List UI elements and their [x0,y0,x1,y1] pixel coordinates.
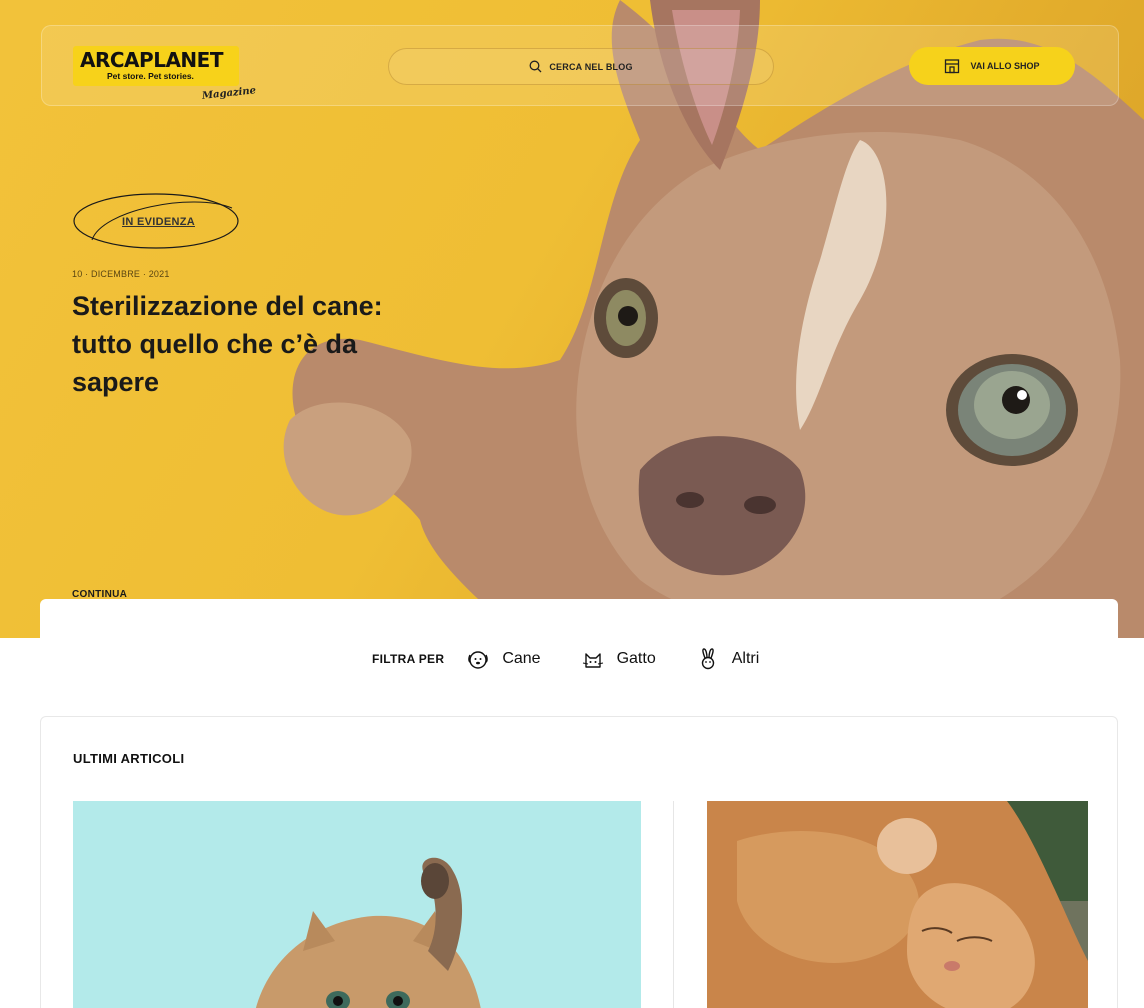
latest-articles-heading: ULTIMI ARTICOLI [73,751,185,766]
dog-icon [468,651,489,669]
logo-wordmark: ARCAPLANET [80,48,223,72]
blog-search-field[interactable]: CERCA NEL BLOG [388,48,774,85]
article-card-kitten[interactable] [73,801,641,1008]
featured-badge: IN EVIDENZA [72,190,240,252]
featured-badge-label: IN EVIDENZA [122,216,195,228]
filter-option-label: Cane [502,650,541,667]
filter-option-cane[interactable]: Cane [466,647,541,671]
store-icon [945,59,960,74]
filter-label: FILTRA PER [372,652,445,666]
cards-divider [673,801,674,1008]
kitten-photo [73,801,641,1008]
filter-option-label: Altri [731,650,760,667]
article-card-orange-cat[interactable] [707,801,1088,1008]
hero-article-title[interactable]: Sterilizzazione del cane: tutto quello c… [72,287,422,401]
pet-filter-bar: FILTRA PER Cane Gatto Altri [372,644,799,674]
search-icon [529,60,542,73]
search-label: CERCA NEL BLOG [549,61,633,72]
top-navigation-bar: ARCAPLANET Pet store. Pet stories. Magaz… [41,25,1119,106]
hero-banner: ARCAPLANET Pet store. Pet stories. Magaz… [0,0,1144,638]
logo-tagline: Pet store. Pet stories. [107,71,194,81]
arcaplanet-logo[interactable]: ARCAPLANET Pet store. Pet stories. [73,46,239,86]
shop-button-label: VAI ALLO SHOP [970,61,1040,71]
filter-option-gatto[interactable]: Gatto [581,647,656,671]
sleeping-cat-photo [707,801,1088,1008]
hero-article-date: 10 · DICEMBRE · 2021 [72,269,170,279]
latest-articles-section: ULTIMI ARTICOLI [40,716,1118,1008]
filter-option-label: Gatto [616,650,656,667]
rabbit-icon [701,648,714,670]
filter-option-altri[interactable]: Altri [696,647,760,671]
logo-magazine-label: Magazine [201,85,257,102]
shop-button[interactable]: VAI ALLO SHOP [909,47,1075,85]
cat-icon [582,653,603,668]
